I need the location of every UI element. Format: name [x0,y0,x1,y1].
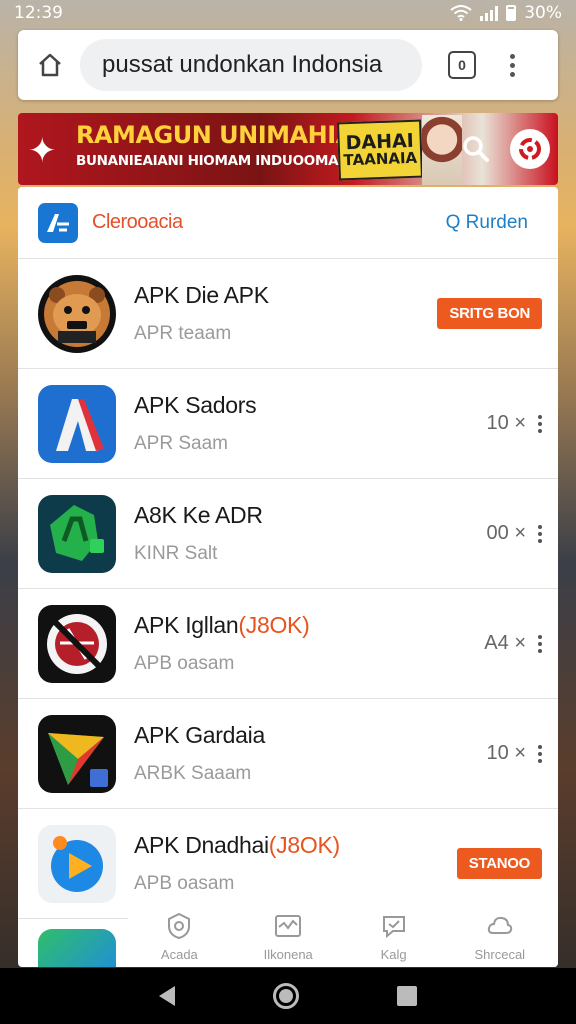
more-options-button[interactable] [538,414,542,433]
download-count: 10 × [486,412,526,434]
tab-count: 0 [458,57,466,73]
battery-icon [506,5,517,21]
battery-percent: 30% [524,3,562,23]
tab-kalg[interactable]: Kalg [379,911,409,962]
app-subtitle: APR Saam [134,433,228,454]
home-button[interactable] [34,49,66,81]
app-text: APK Gardaia ARBK Saaam [134,722,265,785]
play-bubble-app-icon [38,824,116,903]
recents-icon[interactable] [397,986,417,1006]
banner-title: RAMAGUN UNIMAHIAN [76,121,374,149]
banner-logo-button[interactable] [510,129,550,169]
home-icon [39,53,61,77]
promo-banner[interactable]: ✦ RAMAGUN UNIMAHIAN BUNANIEAIANI HIOMAM … [18,113,558,185]
shield-icon [168,912,191,939]
system-navigation-bar [0,968,576,1024]
list-item[interactable]: APK Gardaia ARBK Saaam 10 × [18,699,558,809]
list-item[interactable]: APK Die APK APR teaam SRITG BON [18,259,558,369]
search-icon [463,136,489,162]
app-text: APK Igllan(J8OK) APB oasam [134,612,310,675]
app-subtitle: APR teaam [134,323,232,344]
app-title: APK Igllan(J8OK) [134,612,310,638]
status-bar: 12:39 30% [0,0,576,26]
tab-shrcecal[interactable]: Shrcecal [474,911,525,962]
download-count: 10 × [486,742,526,764]
status-time: 12:39 [14,3,63,23]
app-subtitle: KINR Salt [134,543,218,564]
tabs-button[interactable]: 0 [448,51,476,79]
app-subtitle: APB oasam [134,873,235,894]
app-title: A8K Ke ADR [134,502,263,528]
download-count: A4 × [484,632,526,654]
bottom-tab-bar: Acada Ilkonena Kalg Shrcecal [128,905,558,967]
tab-acada[interactable]: Acada [161,911,198,962]
browser-toolbar: pussat undonkan Indonsia 0 [18,30,558,100]
install-button[interactable]: SRITG BON [437,298,542,329]
banner-search-button[interactable] [458,131,494,167]
brand-name: Clerooacia [92,211,183,233]
letter-a-app-icon [38,384,116,463]
partial-app-icon [38,929,116,967]
install-button[interactable]: STANOO [456,848,542,879]
header-action-link[interactable]: Q Rurden [446,212,528,234]
tab-label: Shrcecal [474,946,526,962]
ring-logo-icon [519,138,541,160]
app-list-panel: Clerooacia Q Rurden APK Die APK APR teaa… [18,187,558,967]
banner-badge: DAHAI TAANAIA [337,119,423,181]
app-actions: A4 × [484,632,542,655]
app-title: APK Die APK [134,282,269,308]
app-text: A8K Ke ADR KINR Salt [134,502,263,565]
panel-header: Clerooacia Q Rurden [18,187,558,259]
list-item[interactable]: APK Sadors APR Saam 10 × [18,369,558,479]
app-title: APK Sadors [134,392,257,418]
chat-icon [382,915,405,938]
crossed-circle-app-icon [38,604,116,683]
tab-label: Acada [160,946,198,962]
more-options-button[interactable] [538,744,542,763]
download-count: 00 × [486,522,526,544]
app-actions: STANOO [456,848,542,879]
app-title: APK Dnadhai(J8OK) [134,832,340,858]
list-item[interactable]: A8K Ke ADR KINR Salt 00 × [18,479,558,589]
banner-portrait [422,115,462,185]
tab-label: Ilkonena [263,946,313,962]
cloud-icon [487,916,512,934]
tab-ilkonena[interactable]: Ilkonena [264,911,313,962]
app-actions: 10 × [487,742,542,765]
browser-menu-button[interactable] [510,53,515,77]
brand-logo-icon [38,202,78,243]
app-actions: 00 × [487,522,542,545]
list-item[interactable]: APK Igllan(J8OK) APB oasam A4 × [18,589,558,699]
app-text: APK Sadors APR Saam [134,392,257,455]
app-title: APK Gardaia [134,722,265,748]
more-options-button[interactable] [538,634,542,653]
back-icon[interactable] [159,986,175,1006]
chart-icon [275,914,302,937]
more-options-button[interactable] [538,524,542,543]
wifi-icon [450,5,472,21]
address-bar[interactable]: pussat undonkan Indonsia [80,39,422,91]
signal-icon [480,5,499,21]
app-actions: SRITG BON [437,298,542,329]
app-text: APK Dnadhai(J8OK) APB oasam [134,832,340,895]
bear-app-icon [38,274,116,353]
banner-subtitle: BUNANIEAIANI HIOMAM INDUOOMAIN [76,153,354,169]
url-text: pussat undonkan Indonsia [102,51,383,78]
status-icons: 30% [450,3,562,23]
app-subtitle: ARBK Saaam [134,763,252,784]
app-text: APK Die APK APR teaam [134,282,269,345]
home-nav-icon[interactable] [273,983,299,1009]
star-icon: ✦ [28,132,57,170]
app-subtitle: APB oasam [134,653,235,674]
banner-badge-line2: TAANAIA [343,148,418,170]
list-item[interactable]: APK Dnadhai(J8OK) APB oasam STANOO [18,809,558,919]
tab-label: Kalg [380,946,407,962]
play-triangle-app-icon [38,714,116,793]
green-apk-app-icon [38,494,116,573]
app-actions: 10 × [487,412,542,435]
